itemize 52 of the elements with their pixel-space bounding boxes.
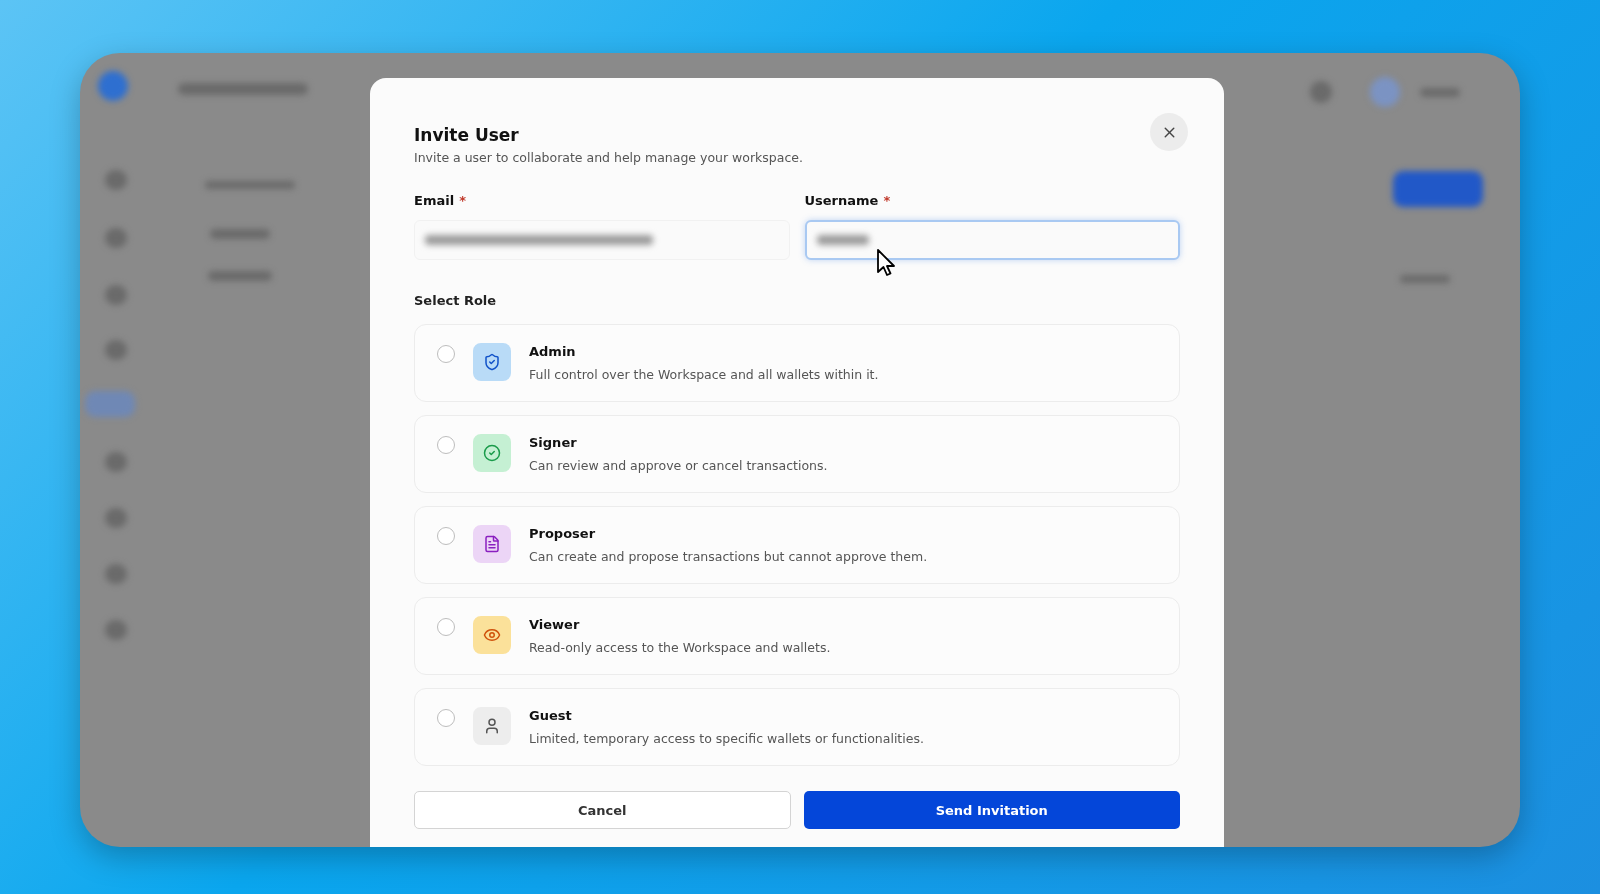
blurred-sidebar-icon: [105, 508, 127, 528]
blurred-text: [210, 229, 270, 239]
field-label: Email: [414, 193, 455, 208]
role-option[interactable]: Guest Limited, temporary access to specific wallets or functionalities.: [414, 688, 1180, 766]
send-button[interactable]: Send Invitation: [803, 791, 1180, 829]
role-option[interactable]: Signer Can review and approve or cancel transactions.: [414, 415, 1180, 493]
shield-check-icon: [473, 343, 511, 381]
role-description: Limited, temporary access to specific wallets or functionalities.: [529, 731, 924, 746]
blurred-sidebar-icon: [105, 228, 127, 248]
blurred-sidebar-icon: [105, 620, 127, 640]
blurred-sidebar-highlight: [85, 391, 135, 417]
eye-icon: [473, 616, 511, 654]
radio-button[interactable]: [437, 709, 455, 727]
section-label: Select Role: [414, 293, 498, 308]
blurred-sidebar-icon: [105, 452, 127, 472]
cancel-button[interactable]: Cancel: [414, 791, 791, 829]
blurred-icon: [1310, 81, 1332, 103]
close-button[interactable]: [1150, 113, 1188, 151]
role-name: Signer: [529, 435, 578, 450]
document-icon: [473, 525, 511, 563]
dialog-title: Invite User: [414, 125, 520, 145]
blurred-text: [208, 271, 272, 281]
blurred-sidebar-icon: [105, 170, 127, 190]
role-option[interactable]: Admin Full control over the Workspace and all wallets within it.: [414, 324, 1180, 402]
blurred-value-drawing: [816, 235, 869, 245]
role-option[interactable]: Proposer Can create and propose transactions but cannot approve them.: [414, 506, 1180, 584]
blurred-logo: [98, 71, 128, 101]
user-icon: [473, 707, 511, 745]
field-label: Username: [804, 193, 879, 208]
role-description: Can create and propose transactions but cannot approve them.: [529, 549, 928, 564]
blurred-text: [1420, 88, 1460, 97]
role-name: Proposer: [529, 526, 597, 541]
role-name: Viewer: [529, 617, 581, 632]
required-mark: *: [883, 193, 891, 208]
dialog-subtitle: Invite a user to collaborate and help manage your workspace.: [414, 150, 803, 165]
input-field[interactable]: [804, 220, 1180, 260]
role-name: Guest: [529, 708, 573, 723]
radio-button[interactable]: [437, 618, 455, 636]
blurred-sidebar-icon: [105, 340, 127, 360]
blurred-sidebar-icon: [105, 285, 127, 305]
mouse-pointer-icon: [876, 248, 898, 278]
role-description: Can review and approve or cancel transactions.: [529, 458, 828, 473]
role-description: Full control over the Workspace and all wallets within it.: [529, 367, 879, 382]
required-mark: *: [459, 193, 466, 208]
role-name: Admin: [529, 344, 577, 359]
radio-button[interactable]: [437, 345, 455, 363]
blurred-sidebar-icon: [105, 564, 127, 584]
blurred-avatar: [1370, 77, 1400, 107]
role-description: Read-only access to the Workspace and wallets.: [529, 640, 831, 655]
role-option[interactable]: Viewer Read-only access to the Workspace and wallets.: [414, 597, 1180, 675]
radio-button[interactable]: [437, 527, 455, 545]
radio-button[interactable]: [437, 436, 455, 454]
